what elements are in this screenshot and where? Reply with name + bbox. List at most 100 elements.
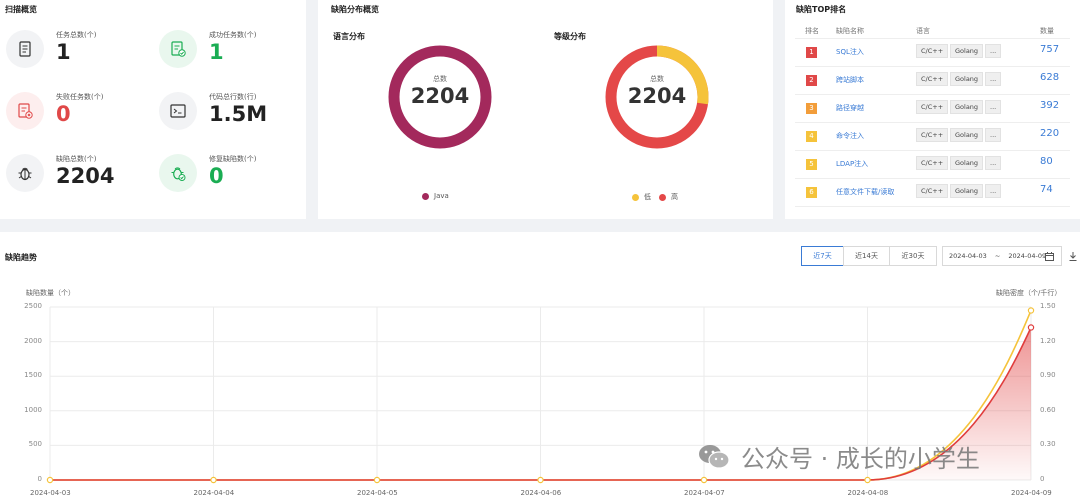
stat-fixed-defects: 修复缺陷数(个) 0 [155, 154, 295, 206]
bug-fixed-icon [159, 154, 197, 192]
y-tick-left: 500 [28, 440, 42, 449]
language-tag: C/C++ [916, 72, 949, 86]
rank-badge: 4 [806, 131, 817, 142]
rank-badge: 3 [806, 103, 817, 114]
defect-name-link[interactable]: LDAP注入 [836, 159, 868, 169]
y-tick-left: 2000 [24, 336, 42, 345]
legend-label-high: 高 [671, 193, 678, 201]
watermark-text: 公众号 · 成长的小学生 [741, 445, 980, 473]
defect-name-link[interactable]: 命令注入 [836, 131, 864, 141]
stat-value: 1 [209, 40, 224, 64]
defect-name-link[interactable]: 跨站脚本 [836, 75, 864, 85]
stat-label: 任务总数(个) [56, 31, 97, 39]
language-tag: C/C++ [916, 100, 949, 114]
defect-count[interactable]: 628 [1040, 72, 1059, 83]
defect-count[interactable]: 74 [1040, 184, 1053, 195]
data-point-count[interactable] [1027, 324, 1035, 331]
top-ranking-title: 缺陷TOP排名 [796, 5, 847, 14]
row-divider [795, 150, 1070, 151]
level-legend[interactable]: 低 高 [632, 192, 678, 202]
defect-name-link[interactable]: 任意文件下载/读取 [836, 187, 894, 197]
level-distribution-title: 等级分布 [554, 32, 586, 41]
data-point-density[interactable] [537, 476, 544, 484]
y-tick-left: 1500 [24, 371, 42, 380]
x-tick-label: 2024-04-07 [684, 489, 725, 497]
stat-value: 1.5M [209, 102, 268, 126]
stat-label: 成功任务数(个) [209, 31, 257, 39]
language-tag: Golang [950, 44, 984, 58]
stat-failed-tasks: 失败任务数(个) 0 [2, 92, 142, 144]
defect-count[interactable]: 392 [1040, 100, 1059, 111]
stat-value: 0 [209, 164, 224, 188]
legend-dot [659, 193, 666, 201]
y-tick-left: 1000 [24, 405, 42, 414]
level-donut[interactable]: 总数 2204 [602, 42, 712, 152]
language-tag: Golang [950, 156, 984, 170]
document-error-icon [6, 92, 44, 130]
x-tick-label: 2024-04-08 [847, 489, 889, 497]
defect-count[interactable]: 757 [1040, 44, 1059, 55]
defect-count[interactable]: 80 [1040, 156, 1053, 167]
distribution-title: 缺陷分布概览 [331, 5, 379, 14]
table-row[interactable]: 2 跨站脚本 C/C++ Golang... 628 [785, 67, 1080, 95]
row-divider [795, 94, 1070, 95]
data-point-density[interactable] [210, 476, 217, 484]
more-languages-tag[interactable]: ... [985, 100, 1002, 114]
data-point-density[interactable] [1027, 307, 1035, 314]
stat-value: 0 [56, 102, 71, 126]
rank-badge: 6 [806, 187, 817, 198]
stat-label: 失败任务数(个) [56, 93, 104, 101]
row-divider [795, 122, 1070, 123]
more-languages-tag[interactable]: ... [985, 44, 1002, 58]
language-legend[interactable]: Java [422, 192, 449, 200]
header-rank: 排名 [805, 27, 819, 35]
wechat-icon [699, 444, 730, 469]
data-point-density[interactable] [373, 476, 381, 484]
y-tick-right: 1.50 [1040, 302, 1056, 310]
x-tick-label: 2024-04-05 [357, 489, 398, 497]
table-row[interactable]: 5 LDAP注入 C/C++ Golang... 80 [785, 151, 1080, 179]
language-tag: Golang [950, 100, 984, 114]
table-row[interactable]: 4 命令注入 C/C++ Golang... 220 [785, 123, 1080, 151]
y-tick-right: 1.20 [1040, 336, 1056, 345]
language-tag: C/C++ [916, 156, 949, 170]
y-tick-right: 0 [1040, 475, 1045, 483]
defect-distribution-card: 缺陷分布概览 语言分布 总数 2204 Java 等级分布 总数 2204 低 … [318, 0, 773, 219]
document-icon [6, 30, 44, 68]
x-tick-label: 2024-04-04 [193, 489, 235, 497]
more-languages-tag[interactable]: ... [985, 72, 1002, 86]
header-name: 缺陷名称 [836, 27, 864, 35]
donut-center-total: 2204 [627, 84, 687, 108]
language-tag: Golang [950, 128, 984, 142]
table-row[interactable]: 1 SQL注入 C/C++ Golang... 757 [785, 39, 1080, 67]
defect-name-link[interactable]: SQL注入 [836, 47, 864, 57]
header-lang: 语言 [916, 27, 930, 35]
stat-value: 2204 [56, 164, 115, 188]
data-point-density[interactable] [46, 476, 54, 484]
more-languages-tag[interactable]: ... [985, 184, 1002, 198]
row-divider [795, 206, 1070, 207]
table-row[interactable]: 3 路径穿越 C/C++ Golang... 392 [785, 95, 1080, 123]
data-point-density[interactable] [700, 476, 708, 484]
more-languages-tag[interactable]: ... [985, 156, 1002, 170]
legend-label-low: 低 [644, 193, 651, 201]
y-tick-left: 0 [37, 475, 42, 483]
defect-count[interactable]: 220 [1040, 128, 1059, 139]
stat-label: 代码总行数(行) [209, 93, 257, 101]
stat-value: 1 [56, 40, 71, 64]
row-divider [795, 178, 1070, 179]
y-tick-right: 0.90 [1040, 371, 1056, 380]
table-row[interactable]: 6 任意文件下载/读取 C/C++ Golang... 74 [785, 179, 1080, 207]
rank-badge: 1 [806, 47, 817, 58]
x-tick-label: 2024-04-06 [520, 489, 562, 497]
stat-success-tasks: 成功任务数(个) 1 [155, 30, 295, 82]
scan-overview-card: 扫描概览 任务总数(个) 1 成功任务数(个) 1 失败任务数(个) 0 代码总… [0, 0, 306, 219]
data-point-density[interactable] [864, 476, 871, 484]
language-tag: Golang [950, 184, 984, 198]
more-languages-tag[interactable]: ... [985, 128, 1002, 142]
language-donut[interactable]: 总数 2204 [385, 42, 495, 152]
y-tick-right: 0.60 [1040, 405, 1056, 414]
language-tag: C/C++ [916, 44, 949, 58]
legend-dot [632, 193, 639, 201]
defect-name-link[interactable]: 路径穿越 [836, 103, 864, 113]
